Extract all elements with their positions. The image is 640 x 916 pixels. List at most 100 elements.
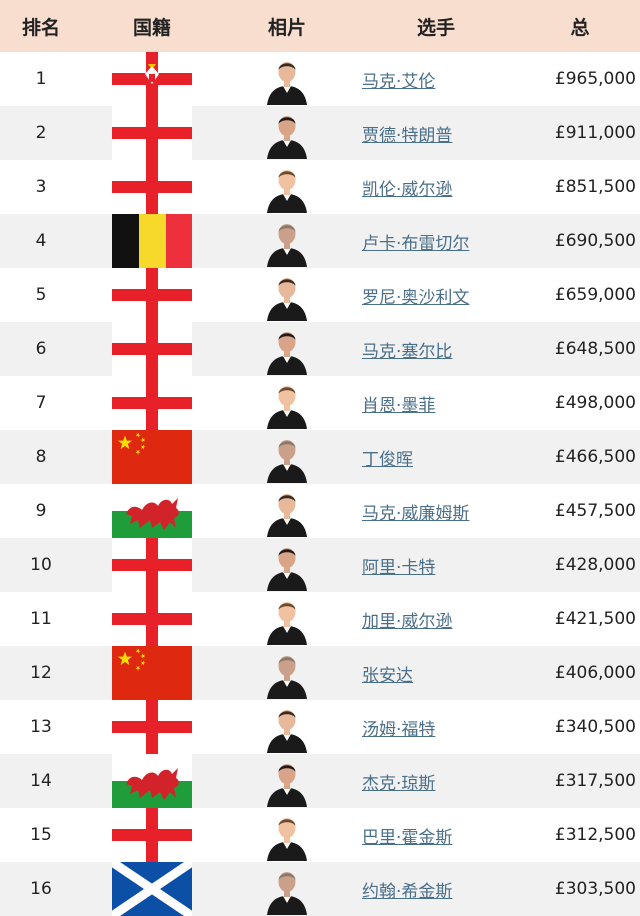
player-link[interactable]: 马克·威廉姆斯: [362, 504, 469, 524]
player-photo: [263, 593, 311, 645]
player-cell: 加里·威尔逊: [352, 592, 520, 646]
table-row: 3 凯伦·威尔逊 £851,500: [0, 160, 640, 214]
player-cell: 马克·艾伦: [352, 52, 520, 106]
england-flag-icon: [112, 106, 192, 160]
player-link[interactable]: 马克·塞尔比: [362, 342, 452, 362]
england-flag-icon: [112, 268, 192, 322]
table-row: 13 汤姆·福特 £340,500: [0, 700, 640, 754]
photo-cell: [222, 268, 352, 322]
prize-cell: £340,500: [554, 717, 636, 737]
rank-cell: 9: [35, 501, 47, 521]
player-cell: 杰克·琼斯: [352, 754, 520, 808]
player-link[interactable]: 加里·威尔逊: [362, 612, 452, 632]
wales-flag-icon: [112, 484, 192, 538]
player-link[interactable]: 杰克·琼斯: [362, 774, 435, 794]
player-photo: [263, 701, 311, 753]
player-cell: 约翰·希金斯: [352, 862, 520, 916]
table-row: 14 杰克·琼斯 £317,500: [0, 754, 640, 808]
header-rank: 排名: [21, 16, 60, 39]
photo-cell: [222, 214, 352, 268]
prize-cell: £428,000: [554, 555, 636, 575]
player-link[interactable]: 肖恩·墨菲: [362, 396, 435, 416]
prize-cell: £851,500: [554, 177, 636, 197]
player-photo: [263, 485, 311, 537]
table-row: 5 罗尼·奥沙利文 £659,000: [0, 268, 640, 322]
player-link[interactable]: 张安达: [362, 666, 413, 686]
player-cell: 张安达: [352, 646, 520, 700]
header-photo: 相片: [267, 16, 306, 39]
nationality-cell: [82, 862, 222, 916]
ranking-table: 排名 国籍 相片 选手 总 1 马克·艾伦 £965,000 2 贾德·特朗普 …: [0, 0, 640, 916]
rank-cell: 11: [30, 609, 52, 629]
player-link[interactable]: 丁俊晖: [362, 450, 413, 470]
nationality-cell: [82, 538, 222, 592]
nationality-cell: [82, 322, 222, 376]
player-photo: [263, 377, 311, 429]
rank-cell: 10: [30, 555, 52, 575]
scotland-flag-icon: [112, 862, 192, 916]
nationality-cell: [82, 106, 222, 160]
wales-flag-icon: [112, 754, 192, 808]
player-link[interactable]: 约翰·希金斯: [362, 882, 452, 902]
prize-cell: £965,000: [554, 69, 636, 89]
player-cell: 罗尼·奥沙利文: [352, 268, 520, 322]
player-photo: [263, 647, 311, 699]
nationality-cell: [82, 52, 222, 106]
england-flag-icon: [112, 538, 192, 592]
player-cell: 汤姆·福特: [352, 700, 520, 754]
photo-cell: [222, 808, 352, 862]
player-photo: [263, 53, 311, 105]
nationality-cell: [82, 700, 222, 754]
table-row: 15 巴里·霍金斯 £312,500: [0, 808, 640, 862]
table-row: 16 约翰·希金斯 £303,500: [0, 862, 640, 916]
rank-cell: 13: [30, 717, 52, 737]
nationality-cell: [82, 484, 222, 538]
player-cell: 马克·威廉姆斯: [352, 484, 520, 538]
prize-cell: £421,500: [554, 609, 636, 629]
player-photo: [263, 161, 311, 213]
table-row: 11 加里·威尔逊 £421,500: [0, 592, 640, 646]
china-flag-icon: [112, 430, 192, 484]
nationality-cell: [82, 808, 222, 862]
player-link[interactable]: 汤姆·福特: [362, 720, 435, 740]
rank-cell: 12: [30, 663, 52, 683]
player-link[interactable]: 贾德·特朗普: [362, 126, 452, 146]
player-cell: 凯伦·威尔逊: [352, 160, 520, 214]
player-photo: [263, 431, 311, 483]
northern-ireland-flag-icon: [112, 52, 192, 106]
player-cell: 贾德·特朗普: [352, 106, 520, 160]
photo-cell: [222, 160, 352, 214]
china-flag-icon: [112, 646, 192, 700]
player-cell: 丁俊晖: [352, 430, 520, 484]
table-body: 1 马克·艾伦 £965,000 2 贾德·特朗普 £911,000 3 凯伦·…: [0, 52, 640, 916]
player-link[interactable]: 卢卡·布雷切尔: [362, 234, 469, 254]
rank-cell: 7: [35, 393, 47, 413]
photo-cell: [222, 538, 352, 592]
nationality-cell: [82, 214, 222, 268]
photo-cell: [222, 646, 352, 700]
photo-cell: [222, 592, 352, 646]
table-header-row: 排名 国籍 相片 选手 总: [0, 0, 640, 52]
header-player: 选手: [416, 16, 455, 39]
photo-cell: [222, 700, 352, 754]
nationality-cell: [82, 268, 222, 322]
player-photo: [263, 323, 311, 375]
prize-cell: £498,000: [554, 393, 636, 413]
player-photo: [263, 269, 311, 321]
england-flag-icon: [112, 808, 192, 862]
photo-cell: [222, 754, 352, 808]
table-row: 7 肖恩·墨菲 £498,000: [0, 376, 640, 430]
player-link[interactable]: 巴里·霍金斯: [362, 828, 452, 848]
player-cell: 肖恩·墨菲: [352, 376, 520, 430]
rank-cell: 15: [30, 825, 52, 845]
rank-cell: 6: [35, 339, 47, 359]
england-flag-icon: [112, 700, 192, 754]
player-link[interactable]: 罗尼·奥沙利文: [362, 288, 469, 308]
player-link[interactable]: 马克·艾伦: [362, 72, 435, 92]
table-row: 6 马克·塞尔比 £648,500: [0, 322, 640, 376]
england-flag-icon: [112, 160, 192, 214]
photo-cell: [222, 862, 352, 916]
player-cell: 卢卡·布雷切尔: [352, 214, 520, 268]
player-link[interactable]: 凯伦·威尔逊: [362, 180, 452, 200]
player-link[interactable]: 阿里·卡特: [362, 558, 435, 578]
